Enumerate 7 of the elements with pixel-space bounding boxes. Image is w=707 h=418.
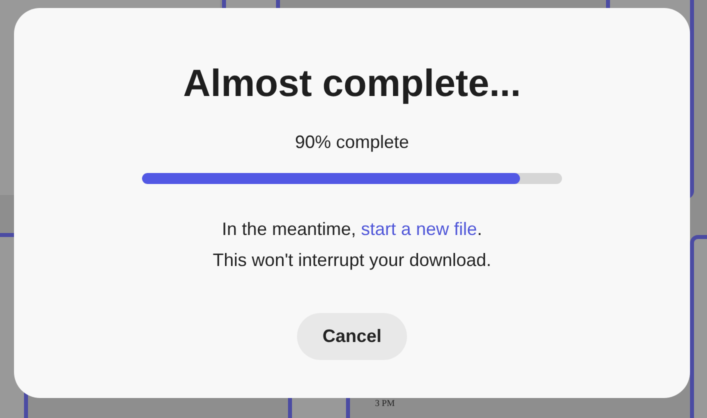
time-label: 3 PM (375, 398, 395, 408)
progress-label: 90% complete (294, 132, 410, 153)
info-sentence: In the meantime, start a new file. (222, 218, 482, 241)
dialog-title: Almost complete... (183, 63, 521, 106)
info-note: This won't interrupt your download. (212, 249, 492, 272)
new-file-link[interactable]: start a new file (361, 219, 478, 239)
cancel-button[interactable]: Cancel (297, 313, 407, 360)
